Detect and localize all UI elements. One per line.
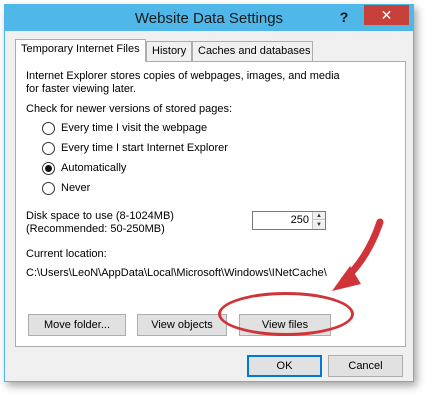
- radio-label: Every time I visit the webpage: [61, 122, 208, 134]
- close-icon: ✕: [380, 7, 393, 23]
- chevron-down-icon[interactable]: ▼: [313, 221, 325, 229]
- current-location-label: Current location:: [26, 248, 107, 260]
- view-objects-button[interactable]: View objects: [137, 314, 227, 336]
- intro-text-line1: Internet Explorer stores copies of webpa…: [26, 70, 340, 82]
- radio-button[interactable]: [42, 181, 55, 195]
- move-folder-button[interactable]: Move folder...: [28, 314, 126, 336]
- view-files-button[interactable]: View files: [239, 314, 331, 336]
- disk-space-stepper[interactable]: 250 ▲ ▼: [252, 211, 326, 230]
- help-button[interactable]: ?: [333, 7, 355, 27]
- check-heading: Check for newer versions of stored pages…: [26, 103, 233, 115]
- tab-temporary-internet-files[interactable]: Temporary Internet Files: [15, 39, 146, 62]
- radio-every-start[interactable]: Every time I start Internet Explorer: [42, 140, 228, 156]
- tab-label: Temporary Internet Files: [21, 43, 140, 55]
- ok-button[interactable]: OK: [247, 355, 322, 377]
- radio-button[interactable]: [42, 141, 55, 155]
- disk-space-recommendation: (Recommended: 50-250MB): [26, 223, 165, 235]
- radio-label: Every time I start Internet Explorer: [61, 142, 228, 154]
- close-button[interactable]: ✕: [364, 5, 409, 25]
- dialog-window: Website Data Settings ? ✕ Temporary Inte…: [4, 4, 414, 382]
- radio-label: Never: [61, 182, 91, 194]
- radio-button-selected[interactable]: [42, 161, 55, 175]
- radio-automatically[interactable]: Automatically: [42, 160, 126, 176]
- chevron-up-icon[interactable]: ▲: [313, 212, 325, 220]
- stepper-arrows: ▲ ▼: [312, 212, 325, 229]
- current-location-path: C:\Users\LeoN\AppData\Local\Microsoft\Wi…: [26, 267, 327, 279]
- disk-space-label: Disk space to use (8-1024MB): [26, 210, 174, 222]
- tab-label: Caches and databases: [198, 45, 311, 57]
- tab-caches-and-databases[interactable]: Caches and databases: [192, 41, 313, 61]
- title-bar[interactable]: Website Data Settings ? ✕: [5, 5, 413, 31]
- tab-history[interactable]: History: [146, 41, 192, 61]
- tab-label: History: [152, 45, 187, 57]
- disk-space-value[interactable]: 250: [291, 214, 309, 226]
- radio-button[interactable]: [42, 121, 55, 135]
- cancel-button[interactable]: Cancel: [328, 355, 403, 377]
- radio-label: Automatically: [61, 162, 127, 174]
- radio-never[interactable]: Never: [42, 180, 90, 196]
- radio-every-visit[interactable]: Every time I visit the webpage: [42, 120, 207, 136]
- intro-text-line2: for faster viewing later.: [26, 83, 137, 95]
- tab-panel: Internet Explorer stores copies of webpa…: [15, 61, 406, 347]
